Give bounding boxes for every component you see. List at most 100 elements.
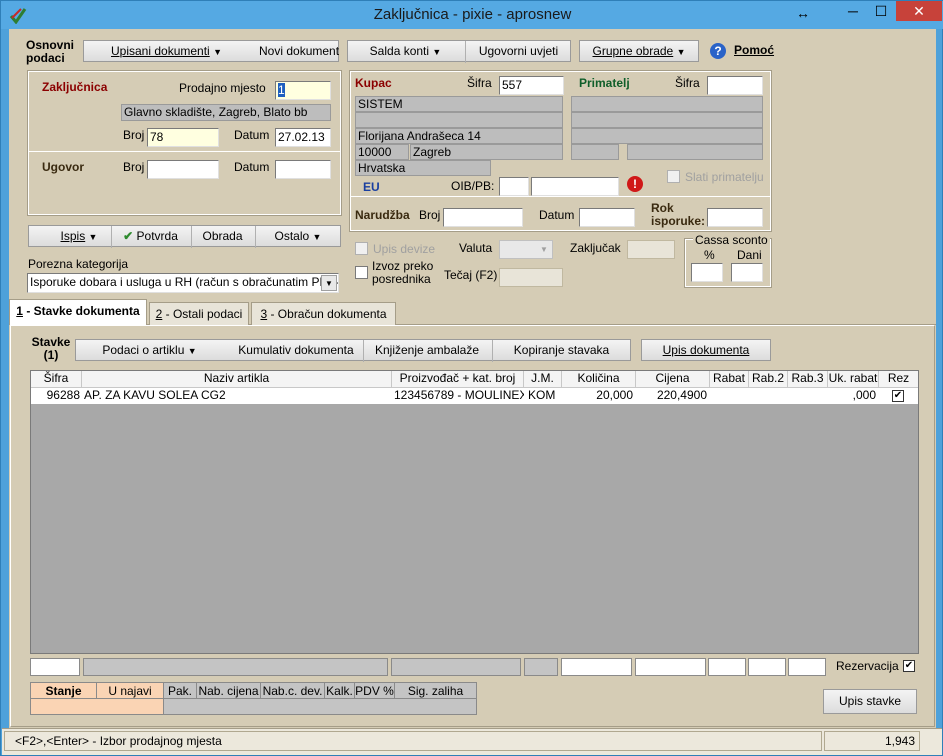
maximize-button[interactable]: ☐ — [867, 1, 895, 23]
grupne-obrade-button[interactable]: Grupne obrade ▼ — [579, 40, 699, 62]
prodajno-mjesto-input[interactable]: 1 — [275, 81, 331, 100]
footer-rab2-input[interactable] — [748, 658, 786, 676]
help-icon[interactable]: ? — [710, 43, 726, 59]
col-naziv[interactable]: Naziv artikla — [82, 371, 392, 387]
tab-stavke-label: - Stavke dokumenta — [22, 304, 140, 318]
porezna-kategorija-label: Porezna kategorija — [28, 257, 129, 271]
kupac-sifra-input[interactable]: 557 — [499, 76, 564, 95]
prodajno-mjesto-label: Prodajno mjesto — [179, 81, 266, 95]
ugovor-datum-input[interactable] — [275, 160, 331, 179]
cell-rez-checkbox[interactable]: ✔ — [892, 390, 904, 402]
ugovorni-uvjeti-button[interactable]: Ugovorni uvjeti — [465, 41, 571, 63]
primatelj-sifra-input[interactable] — [707, 76, 763, 95]
chevron-down-icon: ▼ — [213, 47, 222, 57]
table-row[interactable]: 96288 AP. ZA KAVU SOLEA CG2 123456789 - … — [31, 388, 918, 404]
chevron-down-icon: ▼ — [540, 245, 548, 254]
tab-ostali-label: - Ostali podaci — [162, 307, 243, 321]
porezna-kategorija-select[interactable]: Isporuke dobara i usluga u RH (račun s o… — [27, 273, 339, 293]
ostalo-button[interactable]: Ostalo ▼ — [255, 226, 340, 248]
col-jm[interactable]: J.M. — [524, 371, 562, 387]
col-rez[interactable]: Rez — [879, 371, 918, 387]
col-uk-rabat[interactable]: Uk. rabat — [828, 371, 879, 387]
warehouse-field: Glavno skladište, Zagreb, Blato bb — [121, 104, 331, 121]
status-hint: <F2>,<Enter> - Izbor prodajnog mjesta — [4, 731, 822, 751]
divider — [29, 151, 340, 152]
kupac-city-field: Zagreb — [410, 144, 563, 160]
obrada-button[interactable]: Obrada — [191, 226, 253, 248]
cassa-percent-input[interactable] — [691, 263, 723, 282]
zakljucak-input[interactable] — [627, 240, 675, 259]
ugovor-broj-label: Broj — [123, 160, 145, 174]
porezna-kategorija-value: Isporuke dobara i usluga u RH (račun s o… — [30, 275, 339, 289]
podaci-o-artiklu-button[interactable]: Podaci o artiklu ▼ — [77, 340, 222, 362]
rezervacija-checkbox[interactable]: ✔ — [903, 660, 915, 672]
knjizenje-ambalaze-button[interactable]: Knjiženje ambalaže — [363, 340, 490, 362]
footer-kolicina-input[interactable] — [561, 658, 632, 676]
upis-devize-checkbox[interactable] — [355, 242, 368, 255]
narudzba-broj-input[interactable] — [443, 208, 523, 227]
cell-kolicina: 20,000 — [596, 388, 633, 402]
salda-konti-button[interactable]: Salda konti ▼ — [348, 41, 463, 63]
footer-rab3-input[interactable] — [788, 658, 826, 676]
kupac-address-field: Florijana Andrašeca 14 — [355, 128, 563, 144]
nab-cijena-header: Nab. cijena — [196, 682, 261, 699]
col-kolicina[interactable]: Količina — [562, 371, 636, 387]
tab-obracun-dokumenta[interactable]: 3 - Obračun dokumenta — [251, 302, 396, 325]
col-rab3[interactable]: Rab.3 — [788, 371, 828, 387]
tecaj-input[interactable] — [499, 268, 563, 287]
footer-cijena-input[interactable] — [635, 658, 706, 676]
chevron-down-icon: ▼ — [312, 232, 322, 242]
chevron-down-icon: ▼ — [88, 232, 98, 242]
datum-input[interactable]: 27.02.13 — [275, 128, 331, 147]
footer-rabat-input[interactable] — [708, 658, 746, 676]
footer-sifra-input[interactable] — [30, 658, 80, 676]
oib-input[interactable] — [531, 177, 619, 196]
close-button[interactable]: ✕ — [896, 1, 942, 21]
novi-dokument-button[interactable]: Novi dokument — [259, 41, 339, 63]
narudzba-datum-label: Datum — [539, 208, 575, 222]
pomoc-link[interactable]: Pomoć — [734, 43, 774, 57]
grupne-obrade-label: Grupne obrade — [592, 44, 674, 58]
upis-stavke-button[interactable]: Upis stavke — [823, 689, 917, 714]
status-value: 1,943 — [824, 731, 920, 751]
ispis-label: Ispis — [60, 229, 86, 243]
primatelj-heading: Primatelj — [579, 76, 630, 90]
col-rab2[interactable]: Rab.2 — [749, 371, 788, 387]
slati-primatelju-checkbox[interactable] — [667, 170, 680, 183]
tab-stavke-dokumenta[interactable]: 1 - Stavke dokumenta — [9, 299, 147, 325]
title-bar[interactable]: Zaključnica - pixie - aprosnew ↔ ─ ☐ ✕ — [1, 1, 943, 29]
chevron-down-icon: ▼ — [187, 346, 197, 356]
ispis-button[interactable]: Ispis ▼ — [49, 226, 109, 248]
upis-dokumenta-label: Upis dokumenta — [662, 343, 750, 357]
cassa-dani-input[interactable] — [731, 263, 763, 282]
broj-input[interactable]: 78 — [147, 128, 219, 147]
izvoz-label: Izvoz preko posrednika — [372, 259, 434, 286]
ugovor-broj-input[interactable] — [147, 160, 219, 179]
narudzba-datum-input[interactable] — [579, 208, 635, 227]
minimize-button[interactable]: ─ — [839, 1, 867, 23]
kopiranje-stavaka-button[interactable]: Kopiranje stavaka — [492, 340, 630, 362]
kumulativ-button[interactable]: Kumulativ dokumenta — [231, 340, 361, 362]
primatelj-address-field — [571, 128, 763, 144]
cassa-dani-label: Dani — [737, 248, 762, 262]
chevron-down-icon[interactable]: ▼ — [321, 275, 337, 291]
cell-sifra: 96288 — [46, 388, 80, 402]
footer-proizvodjac-field — [391, 658, 521, 676]
rok-isporuke-label: Rok isporuke: — [651, 201, 706, 228]
items-grid[interactable]: Šifra Naziv artikla Proizvođač + kat. br… — [30, 370, 919, 654]
col-rabat[interactable]: Rabat — [710, 371, 749, 387]
rok-isporuke-input[interactable] — [707, 208, 763, 227]
potvrda-button[interactable]: ✔ Potvrda — [111, 226, 189, 248]
izvoz-checkbox[interactable] — [355, 266, 368, 279]
cell-rabat — [710, 388, 747, 404]
resize-icon[interactable]: ↔ — [791, 3, 815, 25]
tab-ostali-podaci[interactable]: 2 - Ostali podaci — [149, 302, 249, 325]
col-sifra[interactable]: Šifra — [31, 371, 82, 387]
col-proizvodjac[interactable]: Proizvođač + kat. broj — [392, 371, 524, 387]
oib-prefix-input[interactable] — [499, 177, 529, 196]
upis-dokumenta-button[interactable]: Upis dokumenta — [641, 339, 771, 361]
col-cijena[interactable]: Cijena — [636, 371, 710, 387]
prodajno-mjesto-value: 1 — [278, 83, 285, 97]
footer-naziv-field — [83, 658, 388, 676]
upisani-dokumenti-button[interactable]: Upisani dokumenti ▼ — [84, 41, 249, 63]
